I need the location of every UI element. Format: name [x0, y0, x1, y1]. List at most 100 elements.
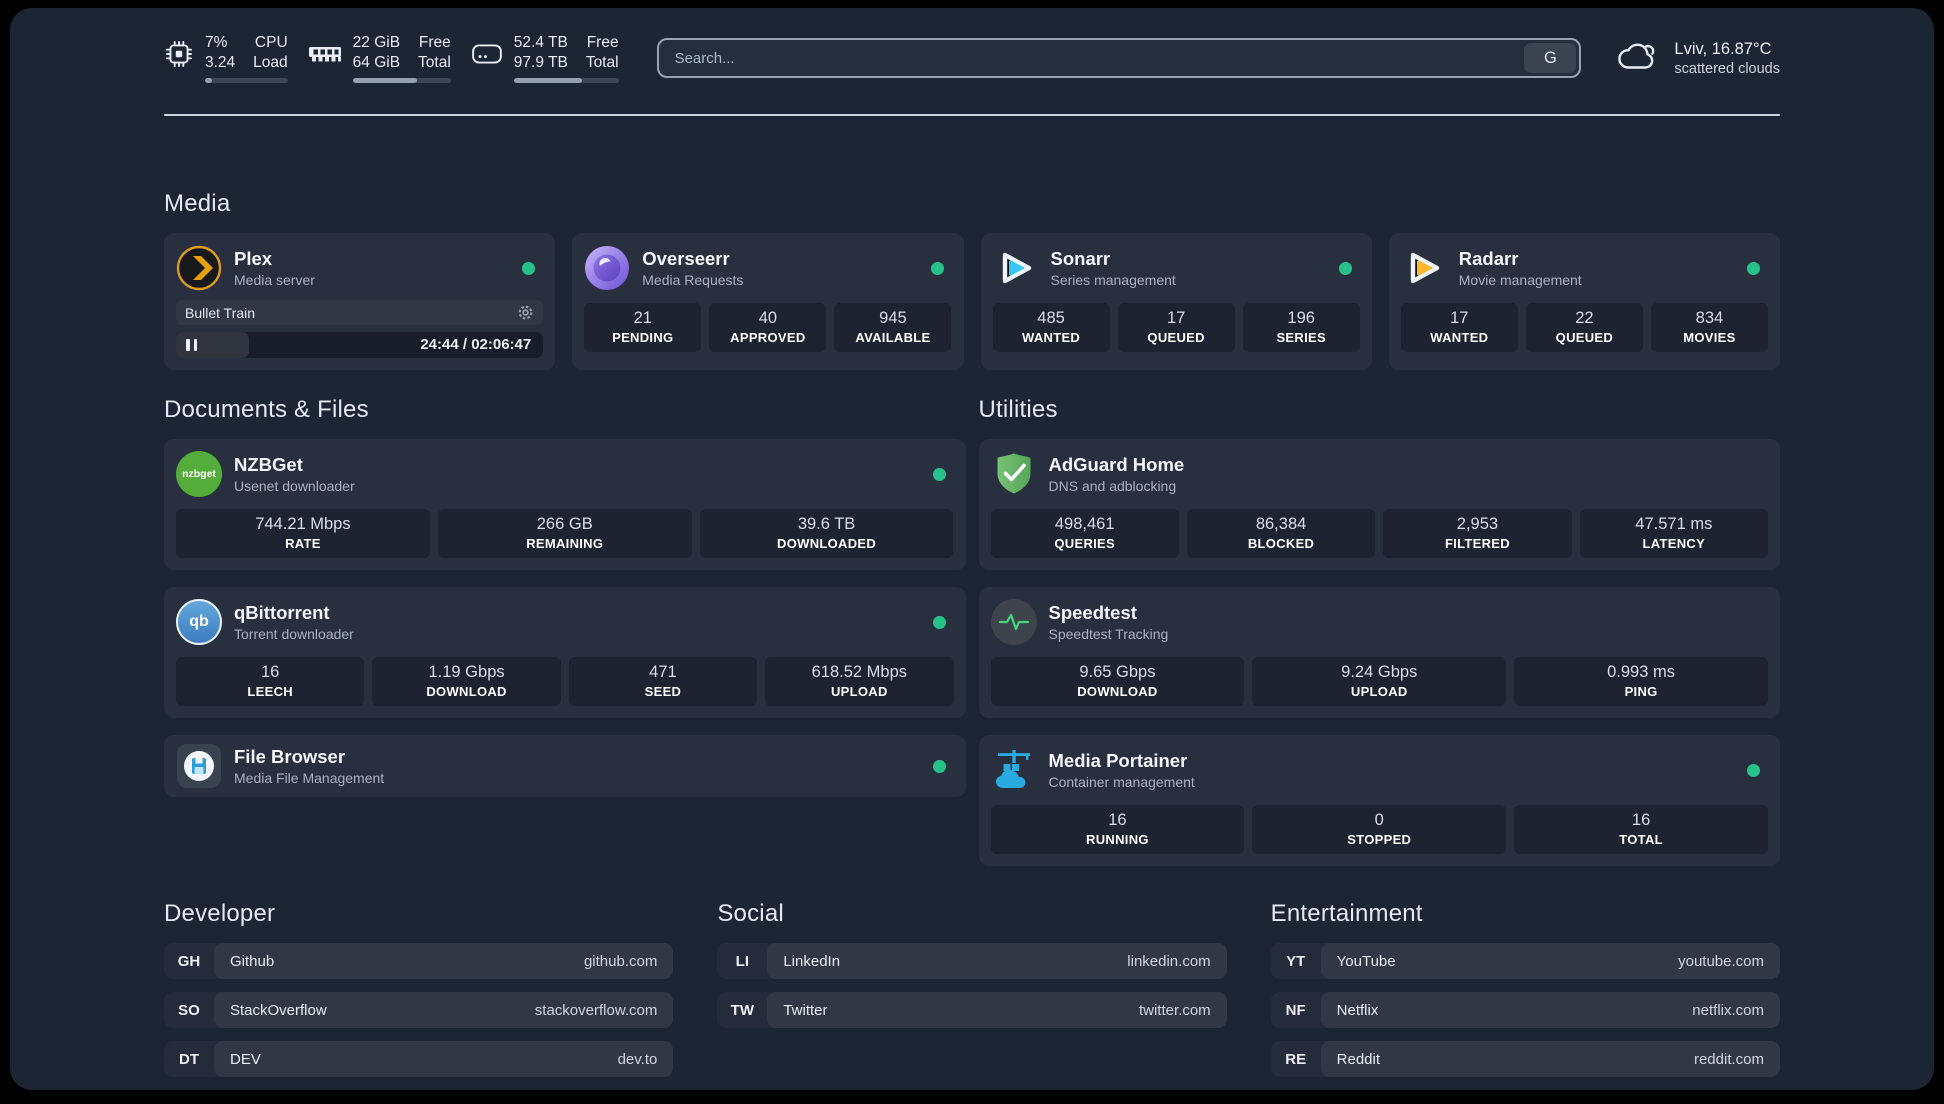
- link-stackoverflow[interactable]: SO StackOverflow stackoverflow.com: [164, 992, 674, 1028]
- service-card-plex[interactable]: Plex Media server Bullet Train 24:44 / 0…: [164, 233, 556, 370]
- service-card-adguard[interactable]: AdGuard Home DNS and adblocking 498,461 …: [978, 439, 1780, 570]
- link-name: YouTube: [1336, 952, 1396, 970]
- weather-location-temp: Lviv, 16.87°C: [1674, 39, 1772, 58]
- link-name: StackOverflow: [230, 1001, 327, 1019]
- disk-progress-track: [513, 78, 619, 84]
- link-dev[interactable]: DT DEV dev.to: [164, 1041, 674, 1077]
- service-card-speedtest[interactable]: Speedtest Speedtest Tracking 9.65 Gbps D…: [978, 587, 1780, 718]
- topbar-divider: [164, 114, 1780, 116]
- resource-widgets: 7% 3.24 CPU Load 22 GiB 64 GiB Free Tota…: [164, 33, 619, 84]
- memory-widget: 22 GiB 64 GiB Free Total: [308, 33, 451, 84]
- memory-progress-fill: [352, 78, 418, 84]
- stat-box: 618.52 Mbps UPLOAD: [765, 657, 954, 706]
- stat-box: 16 TOTAL: [1514, 805, 1768, 854]
- status-dot-online: [522, 261, 536, 275]
- filebrowser-icon: [176, 743, 222, 789]
- service-card-nzbget[interactable]: nzbget NZBGet Usenet downloader 744.21 M…: [164, 439, 966, 570]
- link-url: github.com: [583, 952, 658, 970]
- status-dot-online: [932, 615, 946, 629]
- cpu-chip-icon: [164, 39, 194, 69]
- stat-box: 744.21 Mbps RATE: [176, 509, 430, 558]
- service-description: Media File Management: [234, 770, 385, 786]
- service-card-radarr[interactable]: Radarr Movie management 17 WANTED 22 QUE…: [1388, 233, 1780, 370]
- link-url: reddit.com: [1693, 1050, 1764, 1068]
- link-abbr: DT: [179, 1050, 199, 1068]
- radarr-icon: [1401, 245, 1447, 291]
- service-description: Media Requests: [642, 272, 744, 288]
- plex-now-playing: Bullet Train: [176, 300, 544, 325]
- link-name: DEV: [230, 1050, 261, 1068]
- service-name: Plex: [234, 248, 273, 269]
- disk-total-label: Total: [585, 54, 619, 71]
- memory-total-label: Total: [418, 54, 451, 71]
- playback-time: 24:44 / 02:06:47: [420, 336, 532, 353]
- link-url: twitter.com: [1138, 1001, 1211, 1019]
- stat-box: 17 QUEUED: [1117, 303, 1235, 352]
- status-dot-online: [1747, 261, 1760, 275]
- weather-condition: scattered clouds: [1674, 60, 1780, 77]
- stat-box: 834 MOVIES: [1650, 303, 1768, 352]
- cpu-percent: 7%: [205, 33, 228, 51]
- link-abbr: TW: [730, 1001, 754, 1019]
- stat-box: 196 SERIES: [1242, 303, 1360, 352]
- link-netflix[interactable]: NF Netflix netflix.com: [1271, 992, 1780, 1028]
- stat-box: 945 AVAILABLE: [834, 303, 952, 352]
- cpu-widget: 7% 3.24 CPU Load: [164, 33, 288, 84]
- search-provider-button[interactable]: G: [1524, 43, 1577, 73]
- link-twitter[interactable]: TW Twitter twitter.com: [717, 992, 1227, 1028]
- disk-total-value: 97.9 TB: [513, 54, 568, 71]
- gear-icon[interactable]: [517, 304, 534, 321]
- sonarr-icon: [993, 245, 1039, 291]
- service-name: File Browser: [234, 746, 346, 767]
- link-abbr: GH: [177, 952, 201, 970]
- service-name: Radarr: [1458, 248, 1519, 269]
- link-linkedin[interactable]: LI LinkedIn linkedin.com: [717, 943, 1227, 979]
- memory-free-label: Free: [418, 33, 451, 51]
- service-name: Media Portainer: [1048, 750, 1188, 771]
- weather-widget: Lviv, 16.87°C scattered clouds: [1615, 39, 1780, 78]
- cpu-progress-fill: [205, 78, 212, 84]
- service-card-sonarr[interactable]: Sonarr Series management 485 WANTED 17 Q…: [980, 233, 1372, 370]
- stat-box: 39.6 TB DOWNLOADED: [699, 509, 954, 558]
- link-url: youtube.com: [1678, 952, 1764, 970]
- cpu-load-label: Load: [253, 54, 288, 71]
- ram-icon: [308, 42, 342, 66]
- service-card-filebrowser[interactable]: File Browser Media File Management: [164, 735, 966, 797]
- link-reddit[interactable]: RE Reddit reddit.com: [1271, 1041, 1780, 1077]
- memory-progress-track: [352, 78, 451, 84]
- link-youtube[interactable]: YT YouTube youtube.com: [1271, 943, 1780, 979]
- link-url: dev.to: [617, 1050, 658, 1068]
- status-dot-online: [932, 759, 946, 773]
- link-abbr: YT: [1286, 952, 1306, 970]
- link-github[interactable]: GH Github github.com: [164, 943, 674, 979]
- link-name: Twitter: [783, 1001, 828, 1019]
- stat-box: 16 LEECH: [176, 657, 365, 706]
- status-dot-online: [930, 261, 944, 275]
- service-card-portainer[interactable]: Media Portainer Container management 16 …: [978, 735, 1780, 866]
- search-input[interactable]: [658, 40, 1522, 76]
- plex-player-bar: 24:44 / 02:06:47: [176, 332, 544, 358]
- top-bar: 7% 3.24 CPU Load 22 GiB 64 GiB Free Tota…: [164, 30, 1780, 86]
- disk-free-label: Free: [586, 33, 619, 51]
- stat-box: 471 SEED: [568, 657, 758, 706]
- service-description: DNS and adblocking: [1048, 478, 1177, 494]
- stat-box: 2,953 FILTERED: [1383, 509, 1572, 558]
- service-description: Container management: [1048, 774, 1195, 790]
- status-dot-online: [932, 467, 946, 481]
- link-abbr: LI: [735, 952, 749, 970]
- search-form: G: [656, 38, 1582, 78]
- service-name: Sonarr: [1050, 248, 1111, 269]
- service-card-overseerr[interactable]: Overseerr Media Requests 21 PENDING 40 A…: [572, 233, 964, 370]
- pause-icon[interactable]: [186, 339, 197, 351]
- service-name: NZBGet: [234, 454, 303, 475]
- link-url: netflix.com: [1692, 1001, 1764, 1019]
- now-playing-title: Bullet Train: [185, 304, 256, 321]
- service-description: Series management: [1050, 272, 1176, 288]
- section-developer: Developer GH Github github.com SO StackO…: [164, 900, 674, 1090]
- stat-box: 498,461 QUERIES: [990, 509, 1179, 558]
- service-name: AdGuard Home: [1048, 454, 1185, 475]
- service-card-qbittorrent[interactable]: qb qBittorrent Torrent downloader 16 LEE…: [164, 587, 966, 718]
- plex-icon: [176, 245, 222, 291]
- section-title-utilities: Utilities: [978, 396, 1058, 423]
- portainer-crane-icon: [991, 747, 1037, 793]
